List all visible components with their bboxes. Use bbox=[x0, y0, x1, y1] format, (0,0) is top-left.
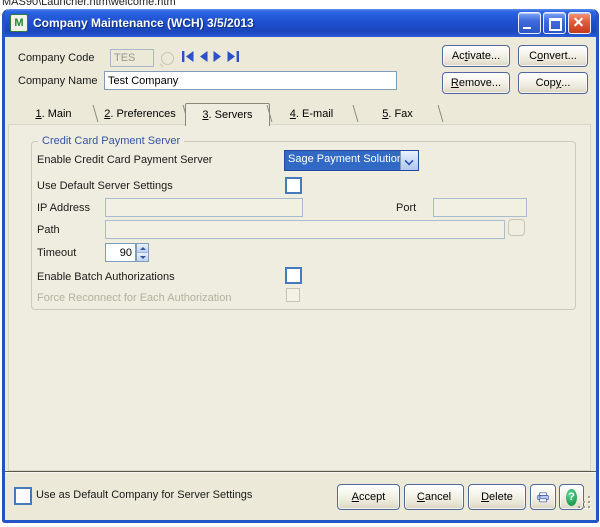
client-area: Company Code Company Name Activate... Co… bbox=[5, 37, 596, 520]
activate-button[interactable]: Activate... bbox=[442, 45, 510, 67]
print-button[interactable] bbox=[530, 484, 556, 510]
resize-grip[interactable] bbox=[579, 497, 591, 509]
tab-main[interactable]: 1. Main bbox=[12, 104, 95, 124]
maximize-button[interactable] bbox=[543, 12, 566, 34]
company-code-label: Company Code bbox=[18, 52, 94, 64]
nav-previous-button[interactable] bbox=[199, 51, 208, 62]
timeout-spinner bbox=[136, 243, 149, 262]
timeout-label: Timeout bbox=[37, 247, 76, 259]
spinner-up-icon[interactable] bbox=[137, 244, 148, 253]
printer-icon bbox=[537, 490, 549, 505]
company-name-label: Company Name bbox=[18, 75, 97, 87]
default-company-checkbox[interactable] bbox=[14, 487, 32, 505]
ip-address-label: IP Address bbox=[37, 202, 90, 214]
default-company-label: Use as Default Company for Server Settin… bbox=[36, 489, 252, 501]
title-bar: M Company Maintenance (WCH) 3/5/2013 bbox=[5, 9, 596, 37]
minimize-icon bbox=[523, 27, 531, 29]
tab-fax[interactable]: 5. Fax bbox=[355, 104, 440, 124]
nav-last-button[interactable] bbox=[227, 51, 239, 62]
company-name-input[interactable] bbox=[104, 71, 397, 90]
nav-next-button[interactable] bbox=[213, 51, 222, 62]
port-label: Port bbox=[396, 202, 416, 214]
batch-auth-label: Enable Batch Authorizations bbox=[37, 271, 175, 283]
page: MAS90\Launcher.htm\welcome.htm M Company… bbox=[0, 0, 600, 527]
batch-auth-checkbox[interactable] bbox=[285, 267, 302, 284]
tab-preferences[interactable]: 2. Preferences bbox=[95, 104, 185, 124]
window-title: Company Maintenance (WCH) 3/5/2013 bbox=[33, 16, 516, 30]
use-default-label: Use Default Server Settings bbox=[37, 180, 173, 192]
path-browse-button bbox=[508, 219, 525, 236]
force-reconnect-checkbox bbox=[286, 288, 300, 302]
delete-button[interactable]: Delete bbox=[468, 484, 526, 510]
enable-ccps-selected-value: Sage Payment Solutions bbox=[285, 151, 400, 170]
servers-tab-panel: Credit Card Payment Server Enable Credit… bbox=[8, 124, 591, 471]
spinner-down-icon[interactable] bbox=[137, 253, 148, 261]
help-icon: ? bbox=[566, 489, 577, 506]
minimize-button[interactable] bbox=[518, 12, 541, 34]
tab-email[interactable]: 4. E-mail bbox=[268, 104, 355, 124]
close-button[interactable] bbox=[568, 12, 591, 34]
enable-ccps-label: Enable Credit Card Payment Server bbox=[37, 154, 212, 166]
app-icon: M bbox=[10, 14, 28, 32]
use-default-checkbox[interactable] bbox=[285, 177, 302, 194]
company-code-field bbox=[110, 49, 154, 67]
ip-address-input bbox=[105, 198, 303, 217]
background-browser-text: MAS90\Launcher.htm\welcome.htm bbox=[2, 0, 176, 7]
nav-first-button[interactable] bbox=[182, 51, 194, 62]
path-label: Path bbox=[37, 224, 60, 236]
group-title: Credit Card Payment Server bbox=[38, 135, 184, 147]
tab-servers[interactable]: 3. Servers bbox=[185, 103, 270, 126]
path-input bbox=[105, 220, 505, 239]
convert-button[interactable]: Convert... bbox=[518, 45, 588, 67]
record-navigation bbox=[182, 51, 239, 62]
lookup-icon bbox=[161, 52, 174, 65]
port-input bbox=[433, 198, 527, 217]
maximize-icon bbox=[549, 18, 562, 31]
company-maintenance-window: M Company Maintenance (WCH) 3/5/2013 Com… bbox=[2, 9, 599, 523]
accept-button[interactable]: Accept bbox=[337, 484, 400, 510]
cancel-button[interactable]: Cancel bbox=[404, 484, 464, 510]
force-reconnect-label: Force Reconnect for Each Authorization bbox=[37, 292, 231, 304]
enable-ccps-select[interactable]: Sage Payment Solutions bbox=[284, 150, 419, 171]
timeout-input[interactable] bbox=[105, 243, 136, 262]
chevron-down-icon[interactable] bbox=[400, 151, 418, 170]
copy-button[interactable]: Copy... bbox=[518, 72, 588, 94]
remove-button[interactable]: Remove... bbox=[442, 72, 510, 94]
